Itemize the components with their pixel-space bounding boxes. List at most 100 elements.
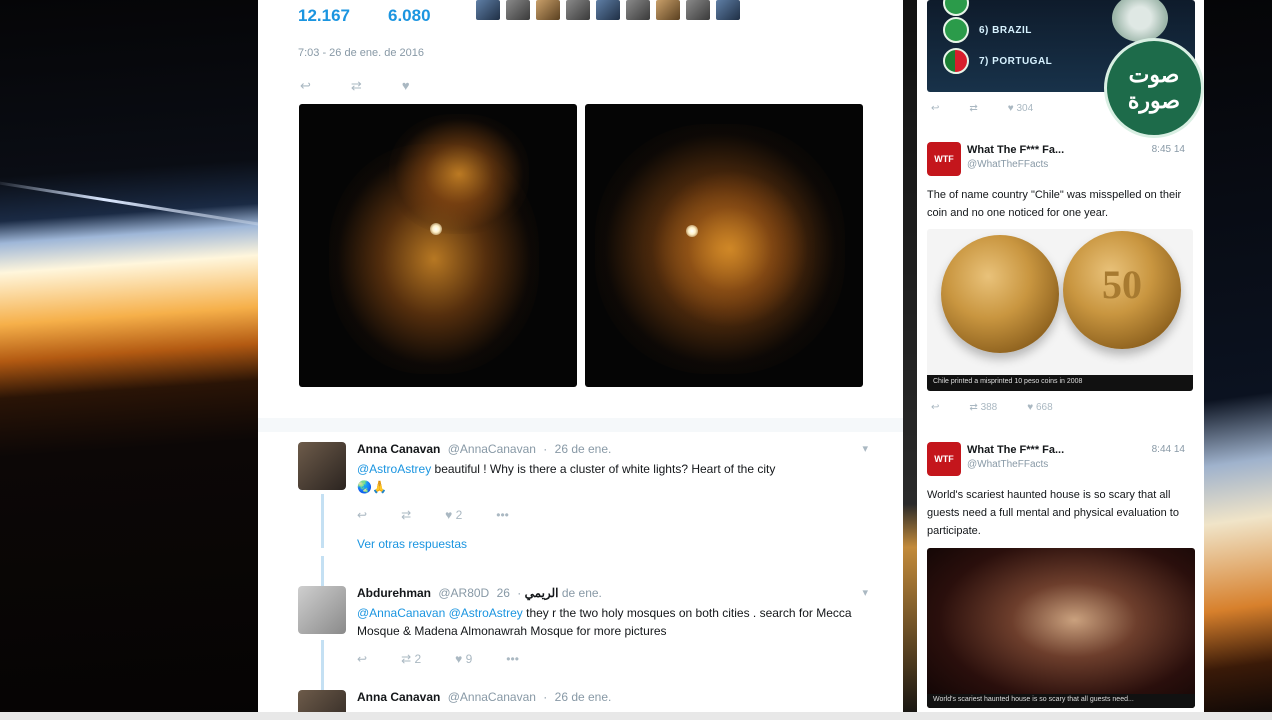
avatar[interactable]: [476, 0, 500, 20]
more-icon[interactable]: •••: [506, 652, 519, 666]
like-icon[interactable]: ♥ 2: [445, 508, 462, 522]
caret-down-icon[interactable]: ▾: [862, 442, 868, 455]
coin-photo[interactable]: 50 Chile printed a misprinted 10 peso co…: [927, 229, 1193, 391]
feed-tweet-text: The of name country "Chile" was misspell…: [927, 189, 1182, 219]
feed-author-name[interactable]: What The F*** Fa...: [967, 444, 1064, 456]
like-count: 304: [1016, 103, 1034, 114]
like-count[interactable]: 6.080: [388, 6, 431, 26]
logo-text-line2: صورة: [1127, 88, 1181, 113]
like-icon[interactable]: ♥: [402, 78, 410, 94]
avatar[interactable]: [596, 0, 620, 20]
flag-icon: [943, 0, 969, 16]
avatar[interactable]: [298, 442, 346, 490]
more-replies-link[interactable]: Ver otras respuestas: [357, 537, 467, 551]
likers-avatars: [476, 0, 740, 20]
like-count: 668: [1035, 402, 1053, 413]
country-row: 7) PORTUGAL: [943, 48, 1052, 74]
avatar[interactable]: [686, 0, 710, 20]
like-count: 9: [465, 652, 473, 666]
retweet-icon[interactable]: ⇄: [401, 508, 411, 522]
country-row: [943, 0, 979, 16]
channel-logo: صوت صورة: [1104, 38, 1204, 138]
city-core-light: [686, 225, 698, 237]
reply-author-name[interactable]: Abdurehman: [357, 586, 431, 600]
reply-author-name[interactable]: Anna Canavan: [357, 442, 440, 456]
tweet-stats: 12.167 6.080: [298, 6, 431, 26]
feed-tweet-time[interactable]: 8:44 14: [1152, 444, 1185, 455]
reply-mention[interactable]: @AstroAstrey: [357, 462, 431, 476]
retweet-count: 2: [414, 652, 422, 666]
reply-text: @AstroAstrey beautiful ! Why is there a …: [357, 460, 857, 496]
tweet-timestamp: 7:03 - 26 de ene. de 2016: [298, 47, 424, 59]
avatar[interactable]: [716, 0, 740, 20]
thread-line: [321, 556, 324, 586]
space-background-right: [1204, 0, 1272, 720]
reply-actions: ↩ ⇄ ♥ 2 •••: [357, 508, 509, 522]
retweet-icon[interactable]: ⇄ 388: [969, 402, 997, 413]
feed-actions: ↩ ⇄ 388 ♥ 668: [931, 402, 1053, 413]
feed-author-handle[interactable]: @WhatTheFFacts: [967, 459, 1048, 470]
reply-icon[interactable]: ↩: [357, 508, 367, 522]
reply-author-handle[interactable]: @AR80D: [438, 586, 489, 600]
reply-icon[interactable]: ↩: [357, 652, 367, 666]
avatar[interactable]: [656, 0, 680, 20]
reply-time-separator: ·: [543, 690, 548, 704]
reply-tweet: Anna Canavan @AnnaCanavan · 26 de ene.: [298, 690, 868, 712]
retweet-icon[interactable]: ⇄: [969, 103, 977, 114]
space-background-gap: [903, 0, 917, 720]
feed-tweet-time[interactable]: 8:45 14: [1152, 144, 1185, 155]
reply-author-arabic-name[interactable]: الريمي: [525, 586, 559, 600]
reply-tweet: Abdurehman @AR80D الريمي · 26 de ene. ▾ …: [298, 586, 868, 676]
like-icon[interactable]: ♥ 304: [1008, 103, 1033, 114]
reply-time[interactable]: 26 de ene.: [555, 442, 612, 456]
reply-icon[interactable]: ↩: [300, 78, 311, 94]
reply-actions: ↩ ⇄ 2 ♥ 9 •••: [357, 652, 519, 666]
image-caption: Chile printed a misprinted 10 peso coins…: [927, 375, 1193, 391]
haunted-house-photo[interactable]: World's scariest haunted house is so sca…: [927, 548, 1195, 708]
feed-tweet: WTF What The F*** Fa... @WhatTheFFacts 8…: [927, 442, 1195, 542]
feed-actions: ↩ ⇄ ♥ 304: [931, 103, 1033, 114]
city-lights: [645, 164, 815, 334]
retweet-icon[interactable]: ⇄: [351, 78, 362, 94]
retweet-count[interactable]: 12.167: [298, 6, 350, 26]
reply-author-name[interactable]: Anna Canavan: [357, 690, 440, 704]
flag-icon: [943, 48, 969, 74]
reply-header: Abdurehman @AR80D الريمي · 26 de ene.: [357, 586, 602, 600]
like-icon[interactable]: ♥ 668: [1027, 402, 1052, 413]
reply-icon[interactable]: ↩: [931, 103, 939, 114]
country-name: 6) BRAZIL: [979, 24, 1032, 36]
avatar[interactable]: [566, 0, 590, 20]
flag-icon: [943, 17, 969, 43]
avatar[interactable]: WTF: [927, 142, 961, 176]
reply-time[interactable]: 26 de ene.: [555, 690, 612, 704]
reply-content: beautiful ! Why is there a cluster of wh…: [431, 462, 776, 476]
reply-emoji: 🌏🙏: [357, 480, 387, 494]
logo-text-line1: صوت: [1128, 62, 1180, 87]
bottom-bar: [0, 712, 1272, 720]
tweet-actions: ↩ ⇄ ♥: [300, 78, 410, 94]
reply-icon[interactable]: ↩: [931, 402, 939, 413]
tweet-photo-1[interactable]: [299, 104, 577, 387]
like-icon[interactable]: ♥ 9: [455, 652, 472, 666]
image-caption: World's scariest haunted house is so sca…: [927, 694, 1195, 708]
avatar[interactable]: [298, 586, 346, 634]
space-background-left: [0, 0, 258, 720]
avatar[interactable]: [626, 0, 650, 20]
reply-author-handle[interactable]: @AnnaCanavan: [448, 690, 536, 704]
retweet-icon[interactable]: ⇄ 2: [401, 652, 421, 666]
tweet-photo-2[interactable]: [585, 104, 863, 387]
caret-down-icon[interactable]: ▾: [862, 586, 868, 599]
feed-author-handle[interactable]: @WhatTheFFacts: [967, 159, 1048, 170]
coin-value: 50: [1102, 262, 1142, 307]
reply-author-handle[interactable]: @AnnaCanavan: [448, 442, 536, 456]
section-divider: [258, 418, 903, 432]
reply-time-separator: ·: [543, 442, 548, 456]
light-streak: [0, 180, 258, 229]
avatar[interactable]: [298, 690, 346, 712]
feed-author-name[interactable]: What The F*** Fa...: [967, 144, 1064, 156]
avatar[interactable]: [536, 0, 560, 20]
avatar[interactable]: [506, 0, 530, 20]
avatar[interactable]: WTF: [927, 442, 961, 476]
more-icon[interactable]: •••: [496, 508, 509, 522]
reply-mention[interactable]: @AnnaCanavan @AstroAstrey: [357, 606, 523, 620]
